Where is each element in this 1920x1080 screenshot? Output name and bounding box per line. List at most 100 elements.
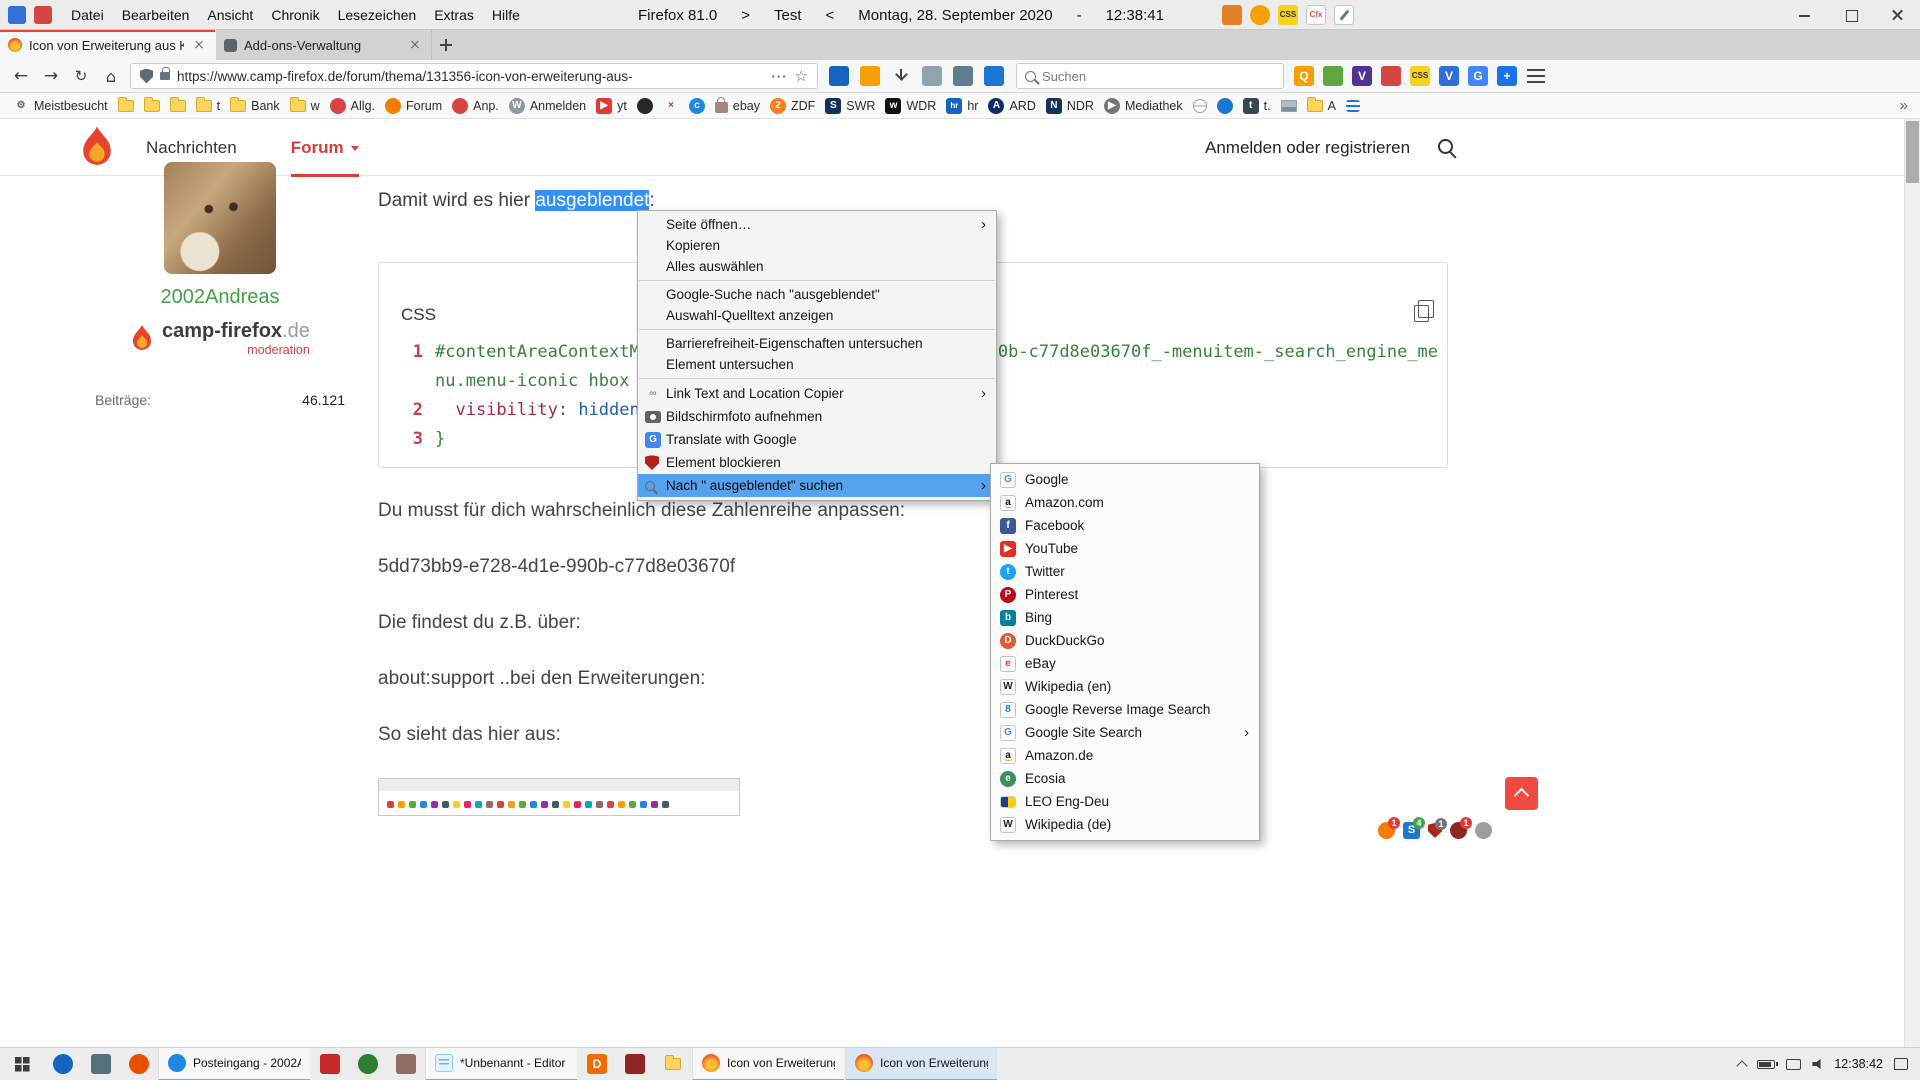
- taskbar-app-9[interactable]: [654, 1048, 692, 1080]
- addon-status-3[interactable]: 1: [1450, 822, 1467, 839]
- task-firefox-window-1[interactable]: Icon von Erweiterung …: [692, 1048, 844, 1080]
- context-menu-item-element-blockieren[interactable]: Element blockieren: [638, 451, 996, 474]
- back-button[interactable]: [6, 62, 36, 90]
- home-button[interactable]: [96, 62, 126, 90]
- tab-close-icon[interactable]: [191, 37, 207, 53]
- search-engine-bing[interactable]: bBing: [991, 606, 1259, 629]
- maximize-button[interactable]: [1828, 0, 1874, 30]
- app-badge-icon[interactable]: [34, 6, 52, 24]
- menu-datei[interactable]: Datei: [62, 7, 113, 23]
- search-engine-google-reverse-image-search[interactable]: 8Google Reverse Image Search: [991, 698, 1259, 721]
- user-avatar[interactable]: [164, 162, 276, 274]
- context-menu-item-auswahl-quelltext-anzeigen[interactable]: Auswahl-Quelltext anzeigen: [638, 305, 996, 326]
- taskbar-app-8[interactable]: [616, 1048, 654, 1080]
- search-engine-twitter[interactable]: tTwitter: [991, 560, 1259, 583]
- scroll-to-top-button[interactable]: [1505, 777, 1538, 810]
- scrollbar-thumb[interactable]: [1906, 121, 1919, 183]
- bookmark-meistbesucht[interactable]: ⚙Meistbesucht: [8, 95, 113, 117]
- nav-forum[interactable]: Forum: [291, 119, 359, 176]
- page-actions-icon[interactable]: [772, 69, 788, 84]
- bookmark-ard[interactable]: AARD: [983, 95, 1040, 117]
- context-menu-item-nach-ausgeblendet-suchen[interactable]: Nach " ausgeblendet" suchen: [638, 474, 996, 497]
- task-firefox-window-2[interactable]: Icon von Erweiterung …: [845, 1048, 997, 1080]
- bookmarks-overflow-icon[interactable]: [1900, 97, 1912, 115]
- lock-icon[interactable]: [160, 72, 170, 80]
- menu-ansicht[interactable]: Ansicht: [198, 7, 262, 23]
- addon-green-icon[interactable]: [1323, 66, 1343, 86]
- page-scrollbar[interactable]: [1904, 119, 1920, 1047]
- taskbar-app-6[interactable]: [387, 1048, 425, 1080]
- bookmark-w[interactable]: w: [285, 95, 325, 117]
- context-menu-item-translate-with-google[interactable]: GTranslate with Google: [638, 428, 996, 451]
- bookmark-ebay[interactable]: ebay: [710, 95, 765, 117]
- display-icon[interactable]: [1786, 1059, 1801, 1070]
- bookmark-yt[interactable]: ▶yt: [591, 95, 632, 117]
- bookmark-folder-icon[interactable]: [165, 95, 191, 117]
- bookmark-bank[interactable]: Bank: [225, 95, 285, 117]
- forward-button[interactable]: [36, 62, 66, 90]
- tracking-protection-icon[interactable]: [140, 69, 153, 84]
- start-button[interactable]: [0, 1048, 44, 1080]
- url-text[interactable]: https://www.camp-firefox.de/forum/thema/…: [177, 69, 765, 84]
- context-menu-item-alles-auswählen[interactable]: Alles auswählen: [638, 256, 996, 277]
- bookmark-star-icon[interactable]: [795, 67, 808, 86]
- menu-extras[interactable]: Extras: [425, 7, 483, 23]
- addon-status-4[interactable]: [1475, 822, 1492, 839]
- speaker-icon[interactable]: [1812, 1059, 1823, 1070]
- bookmark-anp[interactable]: Anp.: [447, 95, 504, 117]
- bookmark-list-icon[interactable]: [1341, 95, 1365, 117]
- tab-icon-von-erweiterung-aus-k[interactable]: Icon von Erweiterung aus K: [0, 30, 216, 60]
- cfx-logo-icon[interactable]: Cfx: [1306, 5, 1326, 25]
- bookmark-x-icon[interactable]: ×: [658, 95, 684, 117]
- menu-hamburger-icon[interactable]: [1527, 69, 1545, 83]
- search-engine-youtube[interactable]: ▶YouTube: [991, 537, 1259, 560]
- bookmark-zdf[interactable]: 2ZDF: [765, 95, 820, 117]
- orange-dot-addon-icon[interactable]: [1250, 5, 1270, 25]
- addon-blue-v-icon[interactable]: V: [1439, 66, 1459, 86]
- clock[interactable]: 12:38:42: [1834, 1057, 1883, 1071]
- addon-status-2[interactable]: S4: [1403, 822, 1420, 839]
- search-engine-wikipedia-de[interactable]: WWikipedia (de): [991, 813, 1259, 836]
- bookmarks-folder-icon[interactable]: [829, 66, 849, 86]
- camp-firefox-logo[interactable]: [78, 125, 116, 171]
- search-input[interactable]: [1042, 69, 1275, 84]
- site-search-icon[interactable]: [1438, 139, 1453, 154]
- bookmark-t[interactable]: tt.: [1238, 95, 1276, 117]
- css-badge-icon[interactable]: CSS: [1278, 5, 1298, 25]
- bookmark-forum[interactable]: Forum: [380, 95, 447, 117]
- translate-addon-icon[interactable]: G: [1468, 66, 1488, 86]
- context-menu-item-google-suche-nach-ausgeblendet[interactable]: Google-Suche nach "ausgeblendet": [638, 284, 996, 305]
- bookmark-wdr[interactable]: wWDR: [880, 95, 941, 117]
- search-engine-ebay[interactable]: eeBay: [991, 652, 1259, 675]
- bookmark-t[interactable]: t: [191, 95, 225, 117]
- context-menu-item-seite-öffnen[interactable]: Seite öffnen…: [638, 214, 996, 235]
- url-bar[interactable]: https://www.camp-firefox.de/forum/thema/…: [130, 63, 818, 89]
- context-menu-item-barrierefreiheit-eigenschaften-untersuchen[interactable]: Barrierefreiheit-Eigenschaften untersuch…: [638, 333, 996, 354]
- bookmark-anmelden[interactable]: WAnmelden: [504, 95, 591, 117]
- bookmark-mediathek[interactable]: ▶Mediathek: [1099, 95, 1188, 117]
- menu-hilfe[interactable]: Hilfe: [483, 7, 529, 23]
- context-menu-item-element-untersuchen[interactable]: Element untersuchen: [638, 354, 996, 375]
- taskbar-app-3[interactable]: [120, 1048, 158, 1080]
- search-plus-addon-icon[interactable]: +: [1497, 66, 1517, 86]
- new-tab-button[interactable]: [432, 31, 460, 59]
- close-button[interactable]: [1874, 0, 1920, 30]
- menu-lesezeichen[interactable]: Lesezeichen: [329, 7, 426, 23]
- taskbar-app-2[interactable]: [82, 1048, 120, 1080]
- context-menu-item-bildschirmfoto-aufnehmen[interactable]: Bildschirmfoto aufnehmen: [638, 405, 996, 428]
- edit-pencil-icon[interactable]: [1334, 5, 1354, 25]
- context-menu-item-link-text-and-location-copier[interactable]: ∞Link Text and Location Copier: [638, 382, 996, 405]
- library-icon[interactable]: [860, 66, 880, 86]
- addon-violet-icon[interactable]: V: [1352, 66, 1372, 86]
- ublock-status[interactable]: 1: [1428, 823, 1442, 838]
- addon-status-1[interactable]: 1: [1378, 822, 1395, 839]
- attachment-thumbnail[interactable]: [378, 778, 740, 816]
- menu-bearbeiten[interactable]: Bearbeiten: [113, 7, 199, 23]
- bookmark-allg[interactable]: Allg.: [325, 95, 380, 117]
- search-engine-facebook[interactable]: fFacebook: [991, 514, 1259, 537]
- bookmark-image-icon[interactable]: [1276, 95, 1302, 117]
- bookmark-a[interactable]: A: [1302, 95, 1341, 117]
- bookmark-github-icon[interactable]: [632, 95, 658, 117]
- paint-addon-icon[interactable]: [1222, 5, 1242, 25]
- search-engine-ecosia[interactable]: eEcosia: [991, 767, 1259, 790]
